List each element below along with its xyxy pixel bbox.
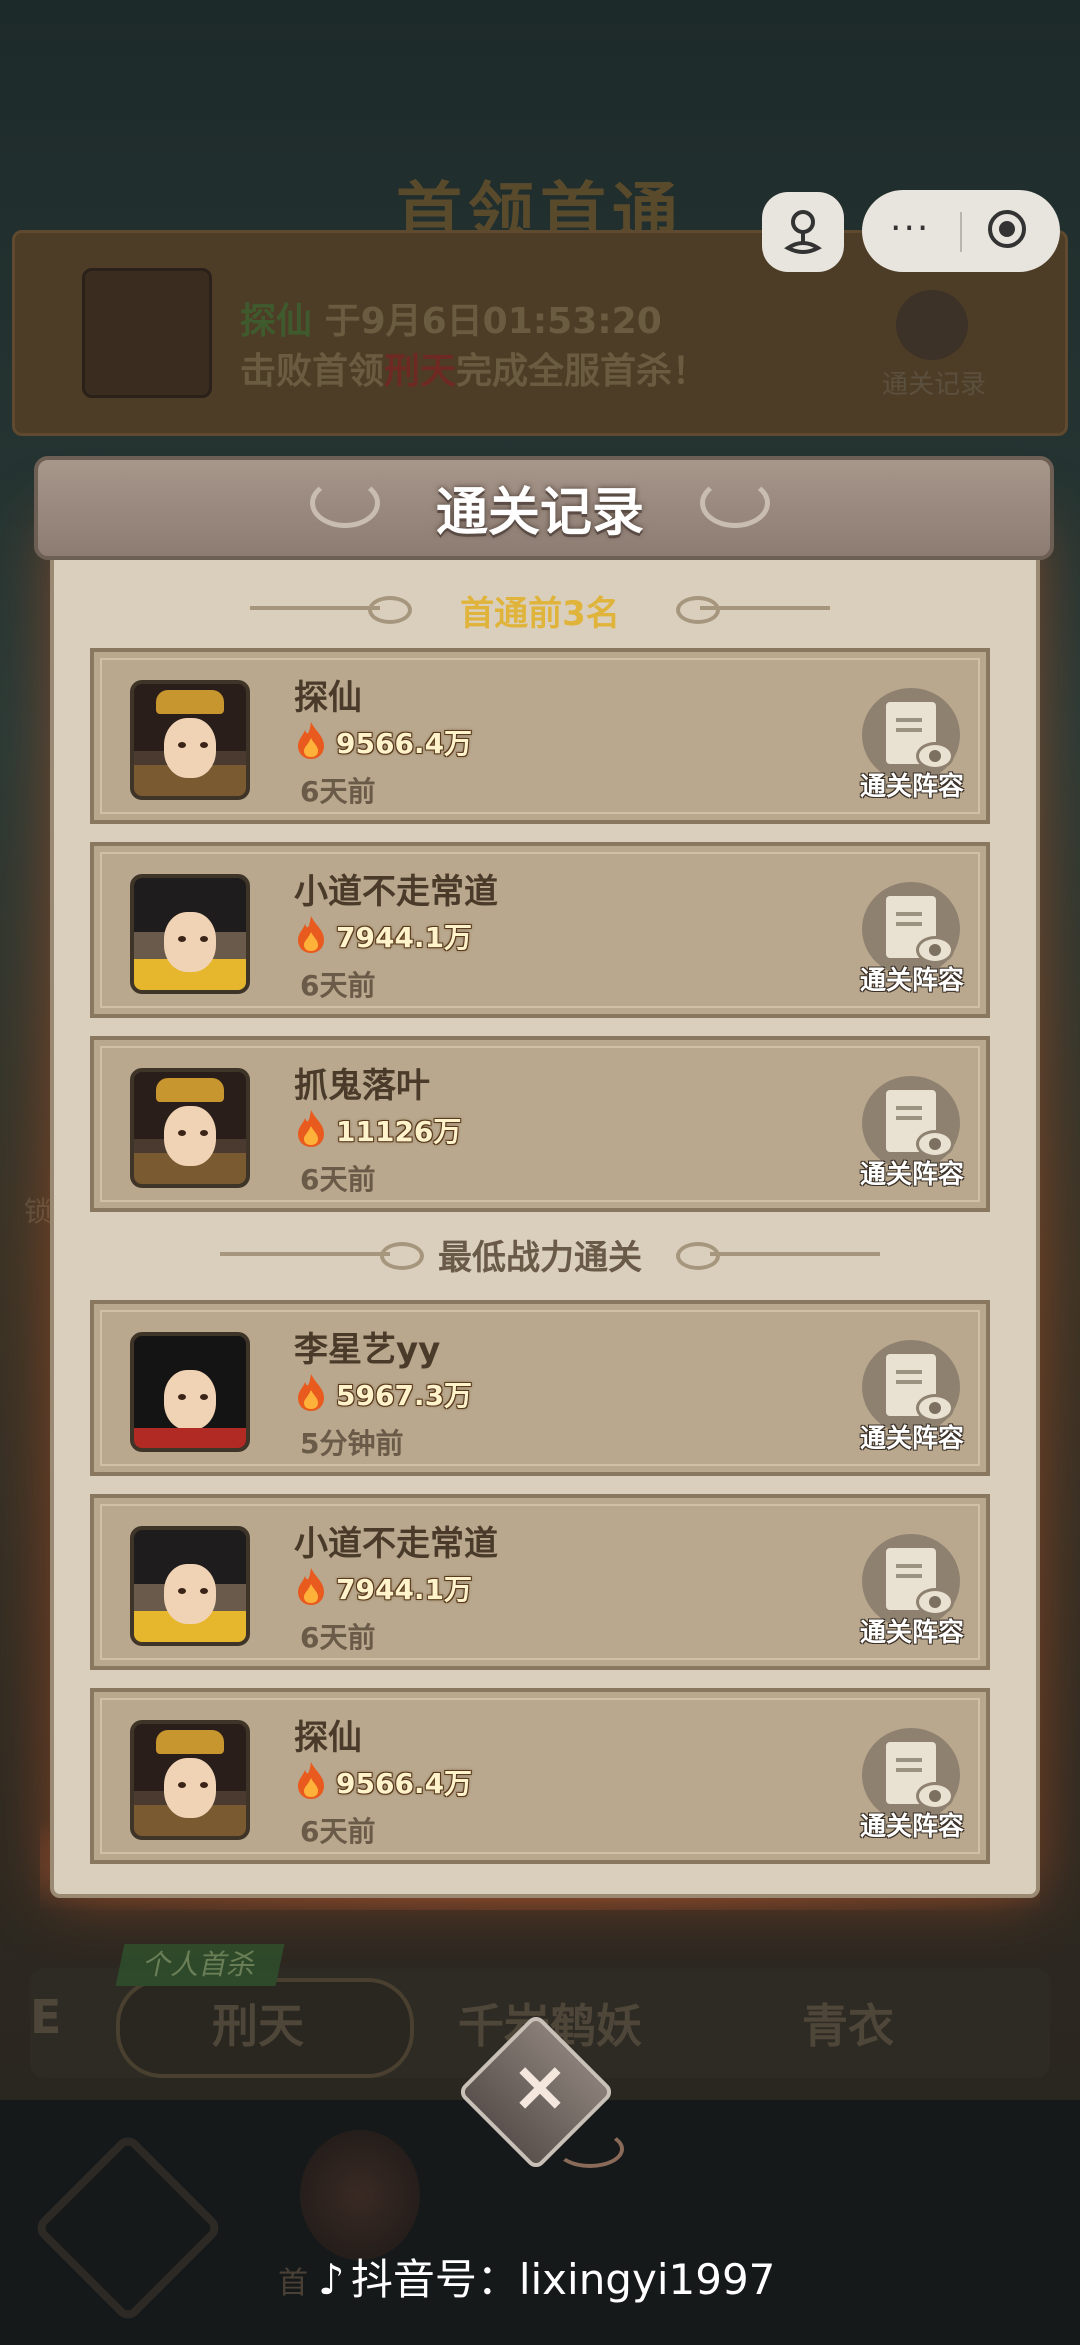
view-lineup-label: 通关阵容 — [859, 1812, 964, 1842]
clear-time: 6天前 — [300, 1815, 376, 1848]
tab-boss-3: 青衣 — [802, 1999, 894, 2053]
banner-player-name: 探仙 — [240, 301, 313, 342]
view-lineup-label: 通关阵容 — [859, 772, 964, 802]
section1-swirl-right-icon — [676, 596, 720, 624]
banner-line-1: 探仙 于9月6日01:53:20 — [240, 292, 662, 344]
section-first-clears-title: 首通前3名 — [460, 594, 620, 634]
view-lineup-label: 通关阵容 — [859, 1160, 964, 1190]
view-lineup-button[interactable]: 通关阵容 — [860, 1534, 964, 1648]
power-fire-icon — [298, 1568, 324, 1605]
pin-icon — [784, 210, 822, 254]
personal-first-kill-tag: 个人首杀 — [115, 1944, 285, 1986]
pin-button[interactable] — [762, 192, 844, 272]
record-card-first-2: 小道不走常道 7944.1万 6天前 通关阵容 — [90, 842, 990, 1018]
combat-power-value: 9566.4万 — [336, 1767, 473, 1800]
record-button-label: 通关记录 — [882, 370, 987, 400]
female-crown-avatar[interactable] — [130, 680, 250, 800]
combat-power-value: 5967.3万 — [336, 1379, 473, 1412]
close-button-ribbon — [556, 2130, 624, 2168]
view-lineup-label: 通关阵容 — [859, 966, 964, 996]
record-card-lowest-1: 李星艺yy 5967.3万 5分钟前 通关阵容 — [90, 1300, 990, 1476]
section1-line-right — [700, 606, 830, 610]
power-fire-icon — [298, 1374, 324, 1411]
clear-time: 6天前 — [300, 775, 376, 808]
capsule-divider — [960, 212, 962, 252]
power-fire-icon — [298, 722, 324, 759]
section2-swirl-right-icon — [676, 1242, 720, 1270]
clear-time: 6天前 — [300, 1163, 376, 1196]
section-lowest-power-title: 最低战力通关 — [438, 1238, 642, 1278]
female-crown-avatar[interactable] — [130, 1068, 250, 1188]
view-lineup-label: 通关阵容 — [859, 1618, 964, 1648]
view-lineup-label: 通关阵容 — [859, 1424, 964, 1454]
power-fire-icon — [298, 1110, 324, 1147]
combat-power-value: 7944.1万 — [336, 921, 473, 954]
tab-partial: E — [30, 1990, 62, 2044]
player-name: 抓鬼落叶 — [294, 1066, 430, 1106]
watermark-id: lixingyi1997 — [518, 2255, 776, 2304]
view-lineup-button[interactable]: 通关阵容 — [860, 1728, 964, 1842]
male-yellow-robe-avatar[interactable] — [130, 1526, 250, 1646]
female-crown-avatar[interactable] — [130, 1720, 250, 1840]
nav-boss-emblem-icon — [300, 2130, 420, 2260]
banner-line-2: 击败首领刑天完成全服首杀！ — [240, 342, 708, 394]
view-lineup-button[interactable]: 通关阵容 — [860, 1340, 964, 1454]
player-name: 探仙 — [294, 678, 362, 718]
combat-power-value: 9566.4万 — [336, 727, 473, 760]
dialog-title: 通关记录 — [435, 483, 644, 543]
banner-line2-prefix: 击败首领 — [240, 351, 385, 392]
record-scroll-icon — [896, 290, 968, 360]
more-icon[interactable]: ··· — [890, 208, 930, 249]
tab-boss-1: 刑天 — [212, 1999, 304, 2053]
record-card-first-3: 抓鬼落叶 11126万 6天前 通关阵容 — [90, 1036, 990, 1212]
player-name: 探仙 — [294, 1718, 362, 1758]
section2-line-right — [710, 1252, 880, 1256]
nav-partial-label: 首 — [278, 2266, 308, 2301]
view-lineup-button[interactable]: 通关阵容 — [860, 1076, 964, 1190]
player-name: 小道不走常道 — [294, 872, 498, 912]
player-name: 李星艺yy — [294, 1330, 441, 1370]
male-yellow-robe-avatar[interactable] — [130, 874, 250, 994]
female-long-hair-avatar[interactable] — [130, 1332, 250, 1452]
view-lineup-button[interactable]: 通关阵容 — [860, 688, 964, 802]
record-card-first-1: 探仙 9566.4万 6天前 通关阵容 — [90, 648, 990, 824]
player-name: 小道不走常道 — [294, 1524, 498, 1564]
combat-power-value: 11126万 — [336, 1115, 462, 1148]
exit-target-icon[interactable] — [988, 210, 1026, 248]
record-card-lowest-2: 小道不走常道 7944.1万 6天前 通关阵容 — [90, 1494, 990, 1670]
banner-line2-suffix: 完成全服首杀！ — [456, 351, 709, 392]
clear-time: 5分钟前 — [300, 1427, 404, 1460]
power-fire-icon — [298, 916, 324, 953]
close-icon[interactable]: × — [498, 2044, 582, 2128]
clear-time: 6天前 — [300, 1621, 376, 1654]
banner-boss-name: 刑天 — [384, 351, 457, 392]
view-lineup-button[interactable]: 通关阵容 — [860, 882, 964, 996]
record-card-lowest-3: 探仙 9566.4万 6天前 通关阵容 — [90, 1688, 990, 1864]
combat-power-value: 7944.1万 — [336, 1573, 473, 1606]
clear-time: 6天前 — [300, 969, 376, 1002]
mini-program-capsule: ··· — [862, 190, 1060, 272]
side-partial-text: 锁 — [24, 1195, 53, 1228]
douyin-logo-icon: ♪ — [318, 2255, 345, 2304]
watermark-prefix: 抖音号： — [350, 2255, 519, 2304]
banner-avatar — [82, 268, 212, 398]
power-fire-icon — [298, 1762, 324, 1799]
douyin-watermark: ♪ 抖音号：lixingyi1997 — [318, 2246, 775, 2307]
banner-date: 于9月6日01:53:20 — [324, 301, 662, 342]
